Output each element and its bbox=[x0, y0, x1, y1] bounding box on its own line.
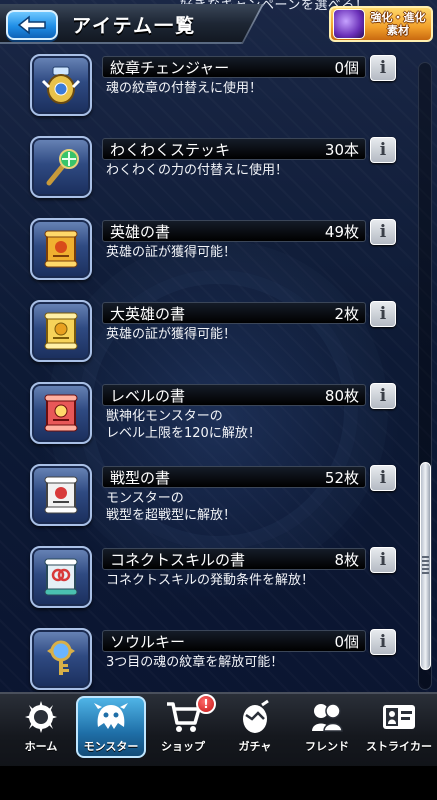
info-button[interactable]: i bbox=[370, 547, 396, 573]
item-description: 獣神化モンスターの レベル上限を120に解放！ bbox=[106, 409, 261, 441]
battle-type-book-icon bbox=[30, 464, 92, 526]
nav-gacha[interactable]: ガチャ bbox=[220, 698, 290, 760]
info-icon: i bbox=[379, 550, 387, 570]
level-book-icon bbox=[30, 382, 92, 444]
great-hero-book-icon bbox=[30, 300, 92, 362]
item-count: 49枚 bbox=[324, 223, 359, 241]
item-count: 8枚 bbox=[334, 551, 359, 569]
connect-skill-book-icon bbox=[30, 546, 92, 608]
hero-book-icon bbox=[30, 218, 92, 280]
list-item[interactable]: 戦型の書 52枚 モンスターの 戦型を超戦型に解放！ i bbox=[0, 460, 437, 542]
evolution-material-button[interactable]: 強化・進化 素材 bbox=[329, 6, 433, 42]
info-button[interactable]: i bbox=[370, 465, 396, 491]
scrollbar-grip-icon bbox=[422, 556, 429, 574]
crest-changer-icon bbox=[30, 54, 92, 116]
item-description: わくわくの力の付替えに使用！ bbox=[106, 163, 289, 178]
item-count: 0個 bbox=[334, 59, 359, 77]
item-name: コネクトスキルの書 bbox=[110, 551, 246, 569]
item-description: 魂の紋章の付替えに使用！ bbox=[106, 81, 263, 96]
item-name: レベルの書 bbox=[110, 387, 186, 405]
info-icon: i bbox=[379, 58, 387, 78]
item-description: 英雄の証が獲得可能！ bbox=[106, 245, 237, 260]
nav-gacha-label: ガチャ bbox=[238, 740, 272, 753]
header: 好きなキャンペーンを選べる！ アイテム一覧 強化・進化 素材 bbox=[0, 0, 437, 50]
nav-shop-label: ショップ bbox=[161, 740, 205, 753]
info-button[interactable]: i bbox=[370, 629, 396, 655]
list-item[interactable]: コネクトスキルの書 8枚 コネクトスキルの発動条件を解放！ i bbox=[0, 542, 437, 624]
home-icon bbox=[21, 698, 61, 736]
bottom-safe-area bbox=[0, 766, 437, 800]
item-count: 2枚 bbox=[334, 305, 359, 323]
nav-monster[interactable]: モンスター bbox=[76, 696, 146, 758]
item-name: 戦型の書 bbox=[110, 469, 171, 487]
list-item[interactable]: 英雄の書 49枚 英雄の証が獲得可能！ i bbox=[0, 214, 437, 296]
info-button[interactable]: i bbox=[370, 383, 396, 409]
list-item[interactable]: 大英雄の書 2枚 英雄の証が獲得可能！ i bbox=[0, 296, 437, 378]
list-item[interactable]: レベルの書 80枚 獣神化モンスターの レベル上限を120に解放！ i bbox=[0, 378, 437, 460]
item-name: わくわくステッキ bbox=[110, 141, 231, 159]
nav-friend-label: フレンド bbox=[305, 740, 349, 753]
item-count: 0個 bbox=[334, 633, 359, 651]
friends-icon bbox=[307, 698, 347, 736]
item-description: モンスターの 戦型を超戦型に解放！ bbox=[106, 491, 237, 523]
gacha-egg-icon bbox=[235, 698, 275, 736]
info-icon: i bbox=[379, 140, 387, 160]
item-name: 英雄の書 bbox=[110, 223, 171, 241]
item-name: ソウルキー bbox=[110, 633, 186, 651]
item-description: 英雄の証が獲得可能！ bbox=[106, 327, 237, 342]
info-icon: i bbox=[379, 386, 387, 406]
item-description: 3つ目の魂の紋章を解放可能！ bbox=[106, 655, 284, 670]
list-item[interactable]: わくわくステッキ 30本 わくわくの力の付替えに使用！ i bbox=[0, 132, 437, 214]
info-button[interactable]: i bbox=[370, 55, 396, 81]
soul-key-icon bbox=[30, 628, 92, 690]
nav-striker-label: ストライカー bbox=[366, 740, 432, 753]
nav-home[interactable]: ホーム bbox=[6, 698, 76, 760]
item-count: 52枚 bbox=[324, 469, 359, 487]
nav-friend[interactable]: フレンド bbox=[292, 698, 362, 760]
back-button[interactable] bbox=[6, 10, 58, 40]
nav-monster-label: モンスター bbox=[83, 740, 139, 753]
info-icon: i bbox=[379, 468, 387, 488]
item-description: コネクトスキルの発動条件を解放！ bbox=[106, 573, 315, 588]
list-item[interactable]: 紋章チェンジャー 0個 魂の紋章の付替えに使用！ i bbox=[0, 50, 437, 132]
info-button[interactable]: i bbox=[370, 219, 396, 245]
info-button[interactable]: i bbox=[370, 137, 396, 163]
monster-icon bbox=[91, 698, 131, 736]
page-title: アイテム一覧 bbox=[72, 15, 197, 37]
item-count: 30本 bbox=[324, 141, 359, 159]
nav-home-label: ホーム bbox=[24, 740, 58, 753]
striker-card-icon bbox=[379, 698, 419, 736]
item-name: 紋章チェンジャー bbox=[110, 59, 230, 77]
info-icon: i bbox=[379, 222, 387, 242]
evolution-material-label: 強化・進化 素材 bbox=[370, 11, 426, 37]
info-icon: i bbox=[379, 632, 387, 652]
item-count: 80枚 bbox=[324, 387, 359, 405]
waku-stick-icon bbox=[30, 136, 92, 198]
evolution-material-icon bbox=[333, 9, 365, 39]
info-icon: i bbox=[379, 304, 387, 324]
shop-notification-badge: ! bbox=[196, 694, 216, 714]
nav-striker[interactable]: ストライカー bbox=[364, 698, 434, 760]
back-arrow-icon bbox=[17, 15, 46, 35]
info-button[interactable]: i bbox=[370, 301, 396, 327]
item-name: 大英雄の書 bbox=[110, 305, 186, 323]
